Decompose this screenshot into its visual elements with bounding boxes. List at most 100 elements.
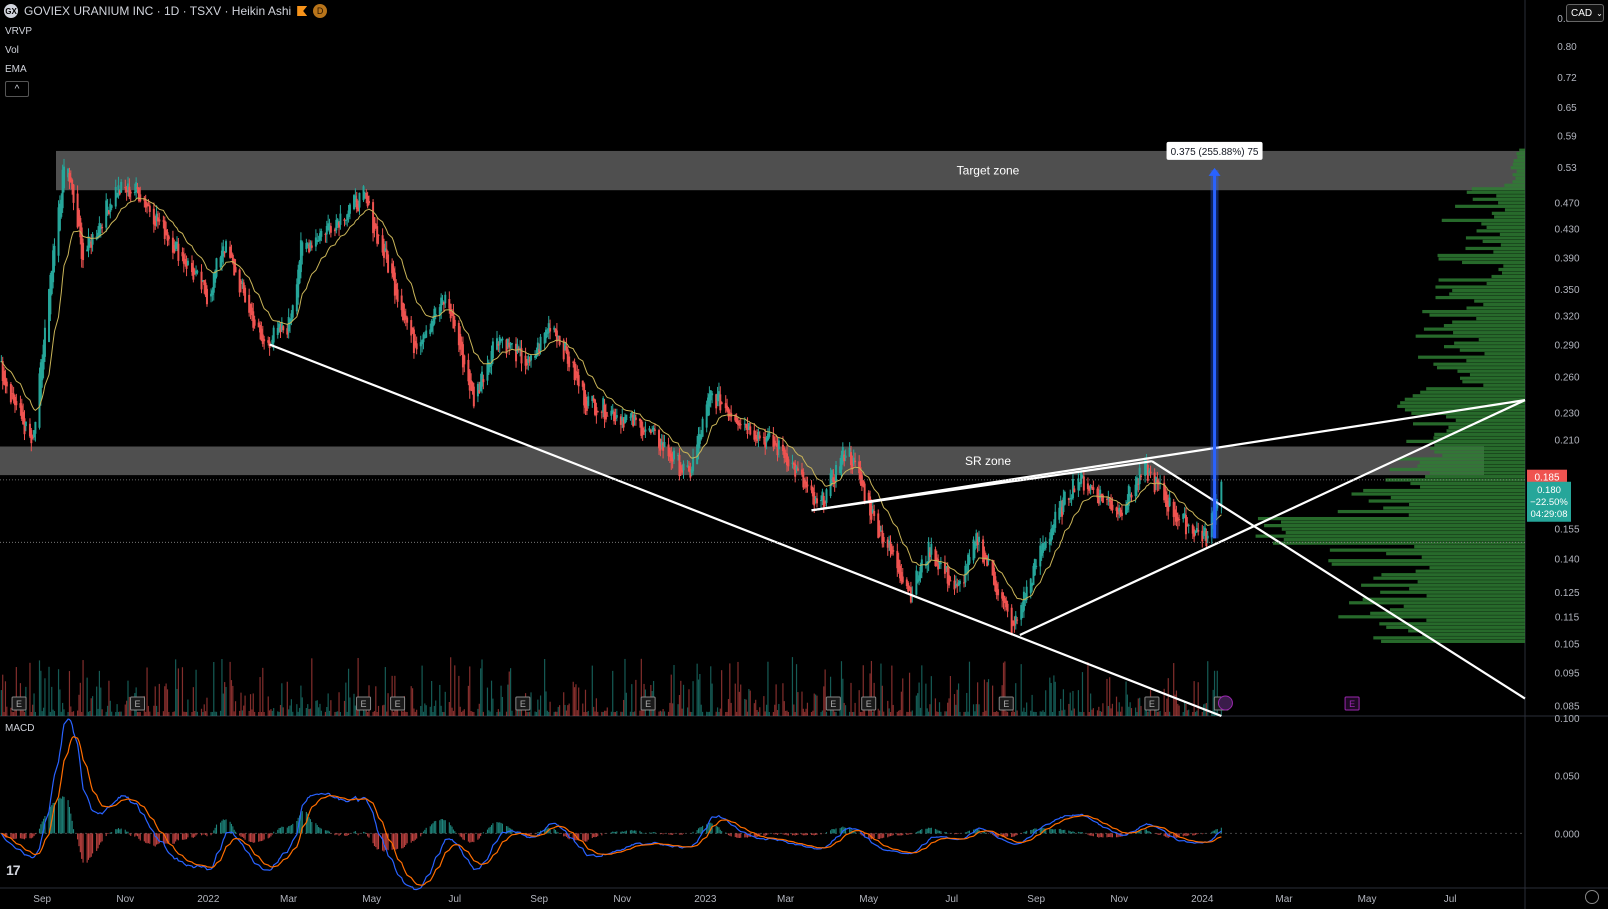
- indicator-ema[interactable]: EMA: [5, 64, 27, 75]
- candle-body: [958, 580, 961, 584]
- volume-bar: [139, 711, 141, 716]
- candle-body: [930, 543, 933, 555]
- macd-indicator-label[interactable]: MACD: [5, 723, 34, 734]
- volume-bar: [411, 688, 414, 716]
- volume-profile-bar: [1420, 485, 1525, 489]
- volume-bar: [887, 700, 889, 716]
- volume-bar: [707, 711, 709, 716]
- volume-bar: [861, 711, 863, 716]
- price-axis-label: 0.59: [1557, 132, 1577, 143]
- volume-bar: [81, 711, 83, 716]
- candle-body: [482, 379, 485, 383]
- candle-body: [939, 562, 942, 564]
- price-axis-label: 0.085: [1554, 701, 1579, 712]
- volume-profile-bar: [1471, 187, 1525, 191]
- symbol-title[interactable]: GOVIEX URANIUM INC · 1D · TSXV · Heikin …: [24, 4, 291, 18]
- candle-body: [1168, 497, 1171, 507]
- volume-bar: [539, 695, 542, 716]
- volume-bar: [992, 685, 994, 716]
- volume-bar: [740, 684, 742, 716]
- symbol-logo[interactable]: GX: [4, 4, 18, 18]
- candle-body: [977, 536, 980, 543]
- volume-bar: [527, 711, 529, 716]
- volume-bar: [614, 711, 617, 716]
- volume-bar: [949, 676, 952, 716]
- tradingview-logo-icon[interactable]: 17: [6, 862, 21, 878]
- flag-icon[interactable]: [297, 6, 308, 16]
- candle-body: [5, 381, 8, 387]
- volume-profile-bar: [1482, 239, 1525, 244]
- volume-bar: [203, 704, 205, 716]
- candle-body: [129, 191, 132, 194]
- volume-bar: [401, 710, 403, 716]
- volume-profile-bar: [1483, 302, 1525, 307]
- volume-bar: [563, 692, 565, 716]
- volume-profile-bar: [1455, 418, 1525, 422]
- volume-bar: [215, 711, 218, 716]
- volume-bar: [544, 658, 546, 716]
- volume-bar: [737, 661, 739, 716]
- volume-bar: [936, 711, 938, 716]
- candle-body: [530, 355, 533, 361]
- candle-body: [587, 396, 590, 406]
- volume-bar: [136, 711, 139, 716]
- volume-profile-bar: [1419, 460, 1525, 465]
- price-chart[interactable]: Target zone SR zone 0.375 (255.88%) 75 E E…: [0, 0, 1608, 909]
- volume-bar: [111, 711, 113, 716]
- volume-bar: [251, 709, 253, 716]
- volume-bar: [206, 697, 208, 716]
- volume-bar: [1049, 677, 1051, 716]
- volume-profile-bar: [1425, 474, 1525, 479]
- volume-bar: [252, 693, 254, 716]
- candle-body: [963, 582, 966, 584]
- volume-profile-bar: [1329, 548, 1525, 552]
- time-axis-label: Sep: [530, 894, 548, 905]
- volume-bar: [997, 711, 999, 716]
- chart-stage[interactable]: Target zone SR zone 0.375 (255.88%) 75 E E…: [0, 0, 1608, 909]
- volume-bar: [1183, 701, 1186, 716]
- candle-body: [758, 435, 761, 439]
- candle-body: [949, 580, 952, 582]
- volume-bar: [467, 685, 469, 716]
- currency-selector[interactable]: CAD ⌄: [1566, 4, 1604, 22]
- volume-bar: [431, 680, 433, 716]
- collapse-indicators-button[interactable]: ^: [5, 81, 29, 97]
- volume-profile-bar: [1422, 309, 1525, 314]
- volume-bar: [573, 687, 576, 716]
- sr-zone-label: SR zone: [965, 454, 1011, 468]
- volume-bar: [670, 674, 672, 716]
- volume-bar: [432, 711, 434, 716]
- gear-icon[interactable]: [1585, 890, 1599, 904]
- volume-profile-bar: [1503, 264, 1525, 268]
- price-axis-label: 0.470: [1554, 198, 1579, 209]
- volume-bar: [297, 711, 299, 716]
- volume-bar: [1110, 708, 1112, 716]
- volume-bar: [953, 694, 956, 716]
- candle-body: [1054, 511, 1057, 528]
- volume-bar: [42, 707, 45, 716]
- volume-bar: [956, 689, 958, 716]
- dividend-badge[interactable]: D: [313, 4, 328, 18]
- volume-profile-bar: [1472, 197, 1525, 201]
- volume-bar: [1051, 711, 1054, 716]
- volume-bar: [53, 711, 56, 716]
- volume-bar: [767, 661, 769, 716]
- volume-bar: [1023, 707, 1025, 716]
- volume-bar: [138, 711, 140, 716]
- indicator-vrvp[interactable]: VRVP: [5, 26, 32, 37]
- volume-bar: [572, 681, 574, 716]
- volume-bar: [353, 693, 355, 716]
- volume-profile-bar: [1434, 443, 1525, 447]
- volume-bar: [565, 710, 568, 716]
- volume-bar: [812, 710, 814, 716]
- price-axis-label: 0.095: [1554, 669, 1579, 680]
- indicator-vol[interactable]: Vol: [5, 45, 19, 56]
- candle-body: [62, 166, 65, 189]
- volume-bar: [553, 711, 555, 716]
- volume-bar: [1111, 703, 1114, 716]
- volume-bar: [1021, 711, 1024, 716]
- volume-bar: [797, 692, 799, 716]
- volume-bar: [154, 686, 156, 716]
- volume-bar: [105, 711, 107, 716]
- volume-bar: [930, 676, 932, 716]
